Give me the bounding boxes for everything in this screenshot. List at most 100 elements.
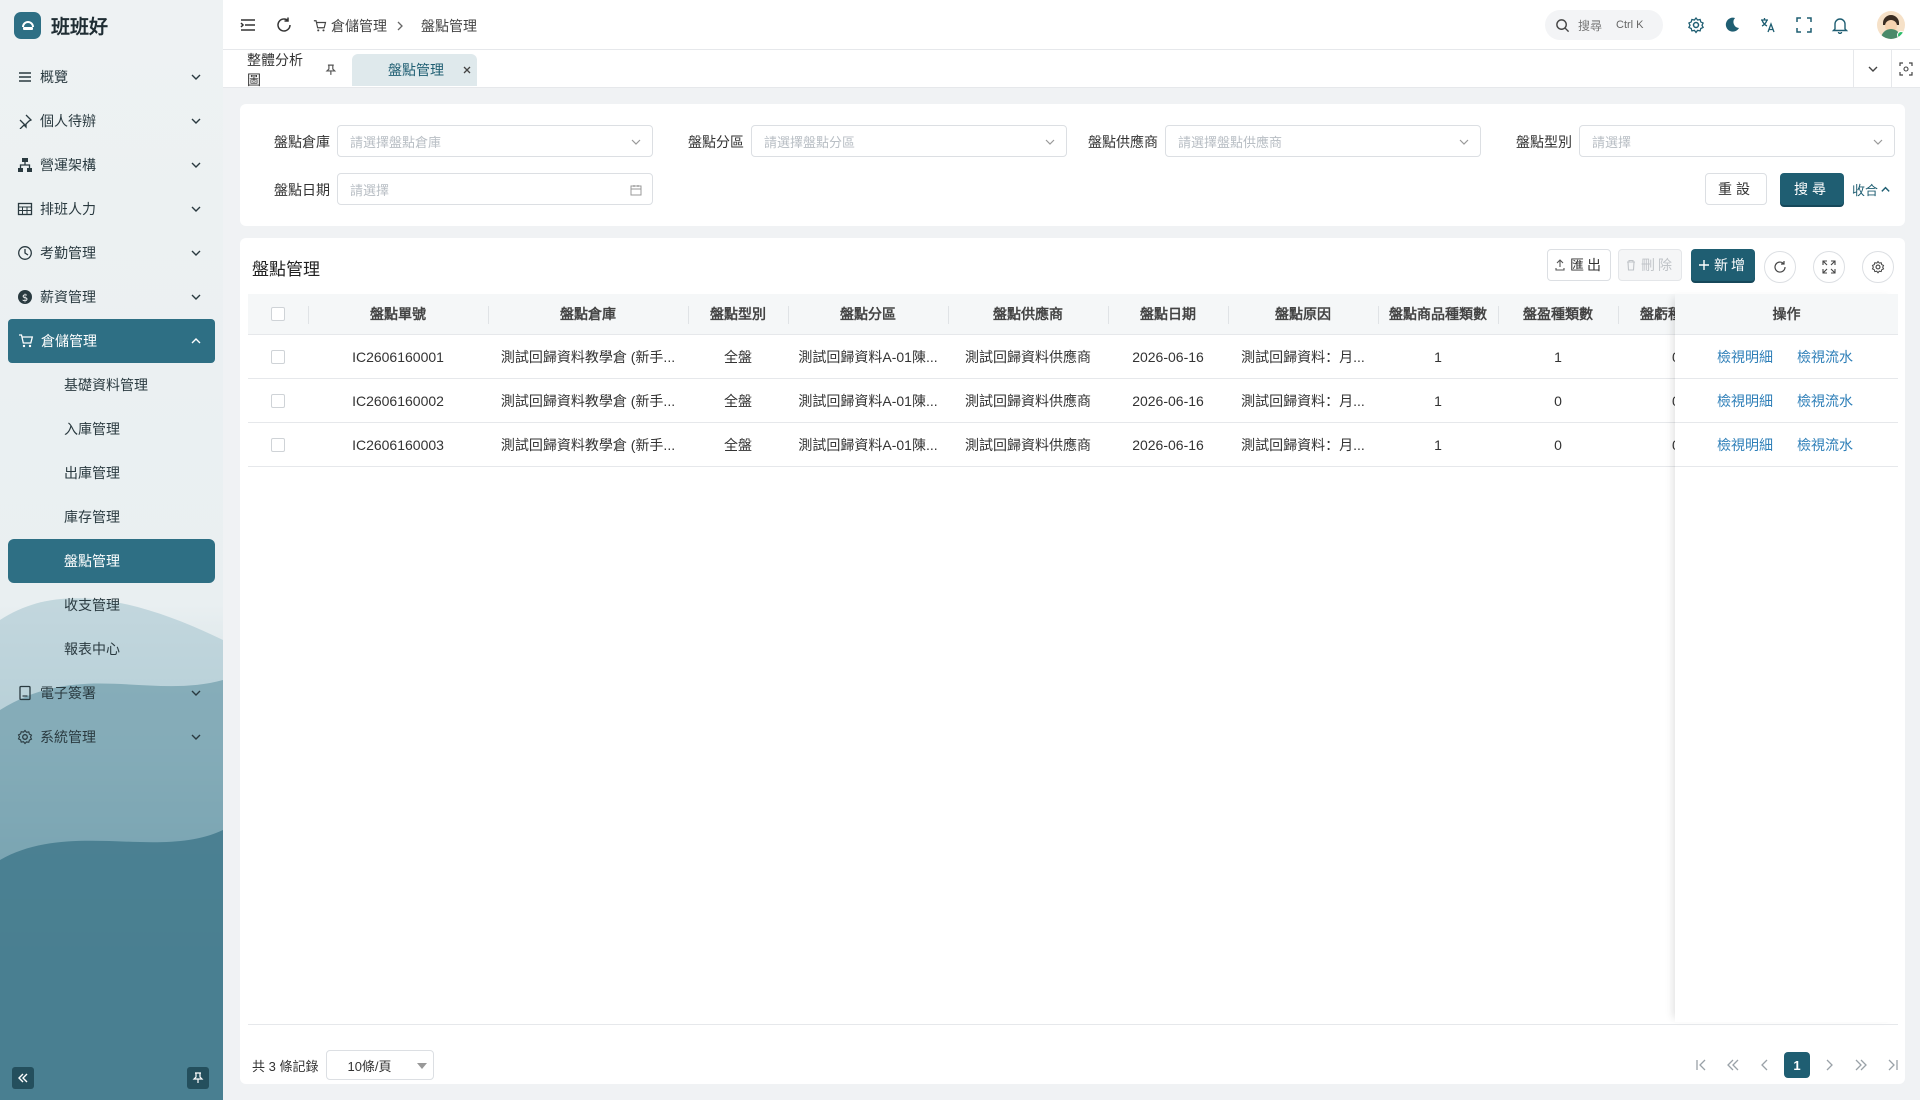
view-flow-link[interactable]: 檢視流水 (1797, 391, 1853, 411)
pin-icon (192, 1072, 204, 1083)
fullscreen-table-button[interactable] (1813, 251, 1845, 283)
collapse-filter-button[interactable]: 收合 (1852, 180, 1891, 199)
chevron-up-icon (191, 338, 201, 344)
delete-button[interactable]: 刪除 (1618, 249, 1682, 281)
column-header-no[interactable]: 盤點單號 (308, 294, 488, 334)
prev-page-button[interactable] (1752, 1052, 1778, 1078)
tab-stocktaking[interactable]: 盤點管理 (352, 54, 477, 86)
sidebar-item-e-signature[interactable]: 電子簽署 (0, 671, 223, 715)
date-picker[interactable]: 請選擇 (337, 173, 653, 205)
horizontal-scrollbar[interactable] (248, 1024, 1898, 1034)
cell-profit: 0 (1554, 436, 1562, 453)
sidebar-sub-basic-data[interactable]: 基礎資料管理 (0, 363, 223, 407)
page-size-select[interactable]: 10條/頁 (326, 1050, 435, 1080)
column-settings-button[interactable] (1862, 251, 1894, 283)
search-box[interactable]: 搜尋 Ctrl K (1545, 10, 1663, 40)
sidebar-sub-inbound[interactable]: 入庫管理 (0, 407, 223, 451)
document-icon (19, 685, 31, 701)
column-header-supplier[interactable]: 盤點供應商 (948, 294, 1108, 334)
add-button[interactable]: 新增 (1691, 249, 1755, 281)
chevron-right-icon (397, 21, 403, 31)
tab-overall-analysis[interactable]: 整體分析圖 (237, 52, 337, 88)
tabs-fullscreen-button[interactable] (1891, 50, 1920, 88)
zone-select-placeholder: 請選擇盤點分區 (764, 134, 856, 150)
fullscreen-icon[interactable] (1795, 16, 1813, 34)
double-chevron-right-icon (1855, 1059, 1867, 1071)
brand-logo-icon (14, 11, 41, 39)
table-row[interactable]: IC2606160003 測試回歸資料教學倉 (新手... 全盤 測試回歸資料A… (248, 423, 1898, 467)
refresh-icon[interactable] (275, 16, 293, 34)
next-group-button[interactable] (1848, 1052, 1874, 1078)
cell-zone: 測試回歸資料A-01陳... (798, 348, 938, 365)
export-button[interactable]: 匯出 (1547, 249, 1611, 281)
sidebar-item-personal-todo[interactable]: 個人待辦 (0, 99, 223, 143)
column-header-kinds[interactable]: 盤點商品種類數 (1378, 294, 1498, 334)
notification-bell-icon[interactable] (1831, 16, 1849, 34)
column-header-reason[interactable]: 盤點原因 (1228, 294, 1378, 334)
view-flow-link[interactable]: 檢視流水 (1797, 435, 1853, 455)
table-header: 盤點單號 盤點倉庫 盤點型別 盤點分區 盤點供應商 盤點日期 盤點原因 盤點商品… (248, 294, 1898, 335)
sidebar-sub-inventory[interactable]: 庫存管理 (0, 495, 223, 539)
zone-select[interactable]: 請選擇盤點分區 (751, 125, 1067, 157)
column-header-warehouse[interactable]: 盤點倉庫 (488, 294, 688, 334)
sidebar-sub-report-center[interactable]: 報表中心 (0, 627, 223, 671)
view-flow-link[interactable]: 檢視流水 (1797, 347, 1853, 367)
reset-button[interactable]: 重設 (1705, 173, 1767, 205)
translate-icon[interactable] (1759, 16, 1777, 34)
close-icon[interactable] (462, 65, 472, 75)
first-page-button[interactable] (1688, 1052, 1714, 1078)
page-number-button[interactable]: 1 (1784, 1052, 1810, 1078)
fullscreen-icon (1822, 260, 1836, 274)
focus-icon (1899, 62, 1913, 76)
column-header-profit[interactable]: 盤盈種類數 (1498, 294, 1618, 334)
sidebar-item-label: 系統管理 (40, 729, 96, 745)
sidebar-item-scheduling[interactable]: 排班人力 (0, 187, 223, 231)
sidebar-item-organization[interactable]: 營運架構 (0, 143, 223, 187)
dark-mode-icon[interactable] (1723, 16, 1741, 34)
sidebar-item-warehouse[interactable]: 倉儲管理 (8, 319, 215, 363)
collapse-sidebar-button[interactable] (12, 1067, 34, 1089)
sidebar-item-system[interactable]: 系統管理 (0, 715, 223, 759)
zone-filter-label: 盤點分區 (688, 134, 744, 150)
user-avatar[interactable] (1877, 11, 1905, 39)
double-chevron-left-icon (18, 1073, 28, 1083)
select-all-checkbox[interactable] (271, 307, 285, 321)
column-header-date[interactable]: 盤點日期 (1108, 294, 1228, 334)
cell-warehouse: 測試回歸資料教學倉 (新手... (500, 392, 676, 409)
column-header-type[interactable]: 盤點型別 (688, 294, 788, 334)
sidebar-item-overview[interactable]: 概覽 (0, 55, 223, 99)
sidebar-item-label: 個人待辦 (40, 113, 96, 129)
table-row[interactable]: IC2606160001 測試回歸資料教學倉 (新手... 全盤 測試回歸資料A… (248, 335, 1898, 379)
cell-no: IC2606160003 (352, 436, 444, 453)
search-button[interactable]: 搜尋 (1780, 173, 1844, 205)
sidebar-sub-outbound[interactable]: 出庫管理 (0, 451, 223, 495)
prev-group-button[interactable] (1720, 1052, 1746, 1078)
brand[interactable]: 班班好 (14, 10, 108, 40)
tabs-dropdown-button[interactable] (1853, 50, 1891, 88)
warehouse-select[interactable]: 請選擇盤點倉庫 (337, 125, 653, 157)
org-chart-icon (18, 158, 32, 172)
pin-sidebar-button[interactable] (187, 1067, 209, 1089)
refresh-table-button[interactable] (1764, 251, 1796, 283)
sidebar-sub-stocktaking[interactable]: 盤點管理 (8, 539, 215, 583)
type-select[interactable]: 請選擇 (1579, 125, 1895, 157)
supplier-select[interactable]: 請選擇盤點供應商 (1165, 125, 1481, 157)
sidebar-item-payroll[interactable]: $ 薪資管理 (0, 275, 223, 319)
row-checkbox[interactable] (271, 349, 285, 364)
sidebar-sub-income-expense[interactable]: 收支管理 (0, 583, 223, 627)
column-header-zone[interactable]: 盤點分區 (788, 294, 948, 334)
last-page-button[interactable] (1880, 1052, 1906, 1078)
row-checkbox[interactable] (271, 393, 285, 408)
view-detail-link[interactable]: 檢視明細 (1717, 435, 1773, 455)
menu-toggle-icon[interactable] (239, 16, 257, 34)
sidebar-item-attendance[interactable]: 考勤管理 (0, 231, 223, 275)
select-all-cell (248, 294, 308, 334)
settings-icon[interactable] (1687, 16, 1705, 34)
breadcrumb-item[interactable]: 倉儲管理 (331, 16, 387, 36)
view-detail-link[interactable]: 檢視明細 (1717, 347, 1773, 367)
row-checkbox[interactable] (271, 437, 285, 452)
view-detail-link[interactable]: 檢視明細 (1717, 391, 1773, 411)
table-row[interactable]: IC2606160002 測試回歸資料教學倉 (新手... 全盤 測試回歸資料A… (248, 379, 1898, 423)
pin-icon[interactable] (325, 64, 337, 76)
next-page-button[interactable] (1816, 1052, 1842, 1078)
